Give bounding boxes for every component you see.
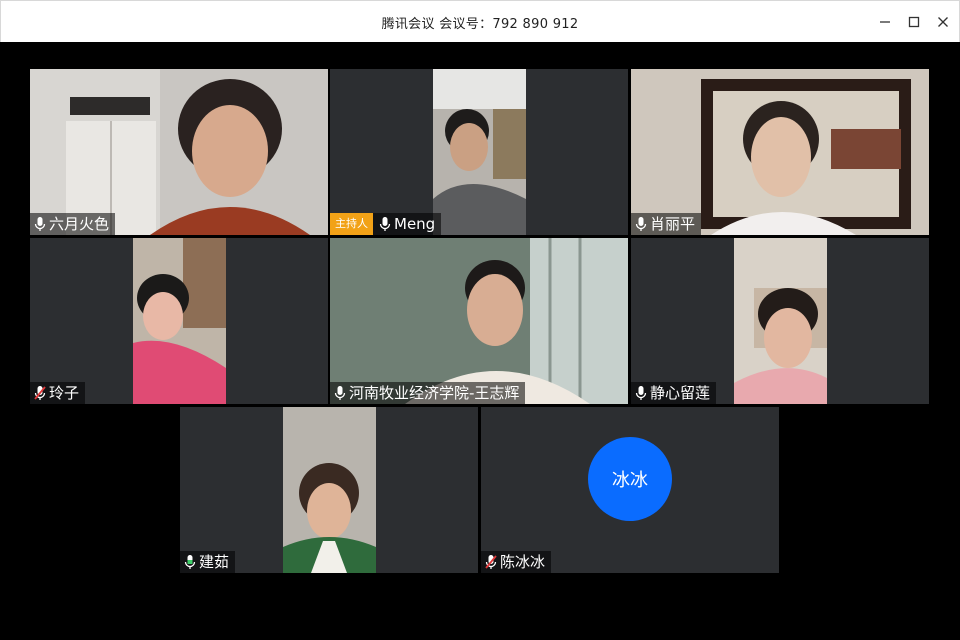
participant-tile[interactable]: 建茹 (180, 407, 478, 573)
participant-name: 陈冰冰 (500, 553, 546, 571)
participant-name: 肖丽平 (650, 215, 696, 233)
maximize-button[interactable] (903, 11, 925, 33)
video-grid: 六月火色 主持人 Meng 肖丽平 玲子 河南牧业经济学院-王志辉 静心留莲 建… (2, 42, 958, 638)
microphone-icon (334, 386, 346, 400)
minimize-icon (880, 21, 890, 23)
maximize-icon (908, 16, 920, 28)
participant-video (734, 238, 827, 404)
participant-tile[interactable]: 静心留莲 (631, 238, 929, 404)
window-title: 腾讯会议 会议号：792 890 912 (381, 17, 579, 32)
participant-video-frame (433, 69, 526, 235)
host-badge: 主持人 (330, 213, 373, 235)
participant-video (133, 238, 226, 404)
participant-video-frame (330, 238, 628, 404)
participant-tile[interactable]: 肖丽平 (631, 69, 929, 235)
microphone-icon (34, 217, 46, 231)
microphone-muted-icon (34, 386, 46, 400)
participant-name-tag: 肖丽平 (631, 213, 702, 235)
participant-name: 六月火色 (49, 215, 110, 233)
participant-name: Meng (394, 215, 436, 233)
participant-video-frame (283, 407, 376, 573)
close-button[interactable] (932, 11, 954, 33)
avatar: 冰冰 (588, 437, 672, 521)
microphone-icon (635, 386, 647, 400)
participant-name-tag: 陈冰冰 (481, 551, 552, 573)
microphone-icon (379, 217, 391, 231)
participant-tile[interactable]: 主持人 Meng (330, 69, 628, 235)
title-bar: 腾讯会议 会议号：792 890 912 (0, 0, 960, 42)
participant-tile[interactable]: 冰冰 陈冰冰 (481, 407, 779, 573)
microphone-icon (635, 217, 647, 231)
participant-name-tag: 河南牧业经济学院-王志辉 (330, 382, 526, 404)
participant-video-frame (734, 238, 827, 404)
participant-video (330, 238, 628, 404)
participant-video (30, 69, 328, 235)
participant-video-frame (133, 238, 226, 404)
participant-name-tag: 建茹 (180, 551, 236, 573)
participant-name: 静心留莲 (650, 384, 711, 402)
participant-name: 河南牧业经济学院-王志辉 (349, 384, 520, 402)
participant-video-frame (30, 69, 328, 235)
participant-tile[interactable]: 河南牧业经济学院-王志辉 (330, 238, 628, 404)
participant-name-tag: 玲子 (30, 382, 86, 404)
participant-tile[interactable]: 六月火色 (30, 69, 328, 235)
participant-name-tag: 主持人 Meng (330, 213, 442, 235)
minimize-button[interactable] (874, 11, 896, 33)
participant-video-frame (631, 69, 929, 235)
microphone-muted-icon (485, 555, 497, 569)
participant-video (433, 69, 526, 235)
participant-tile[interactable]: 玲子 (30, 238, 328, 404)
close-icon (938, 17, 948, 27)
participant-name-tag: 静心留莲 (631, 382, 717, 404)
participant-name: 玲子 (49, 384, 80, 402)
avatar-text: 冰冰 (612, 470, 648, 491)
participant-video (283, 407, 376, 573)
microphone-icon (184, 555, 196, 569)
participant-video (631, 69, 929, 235)
participant-name-tag: 六月火色 (30, 213, 116, 235)
participant-name: 建茹 (199, 553, 230, 571)
